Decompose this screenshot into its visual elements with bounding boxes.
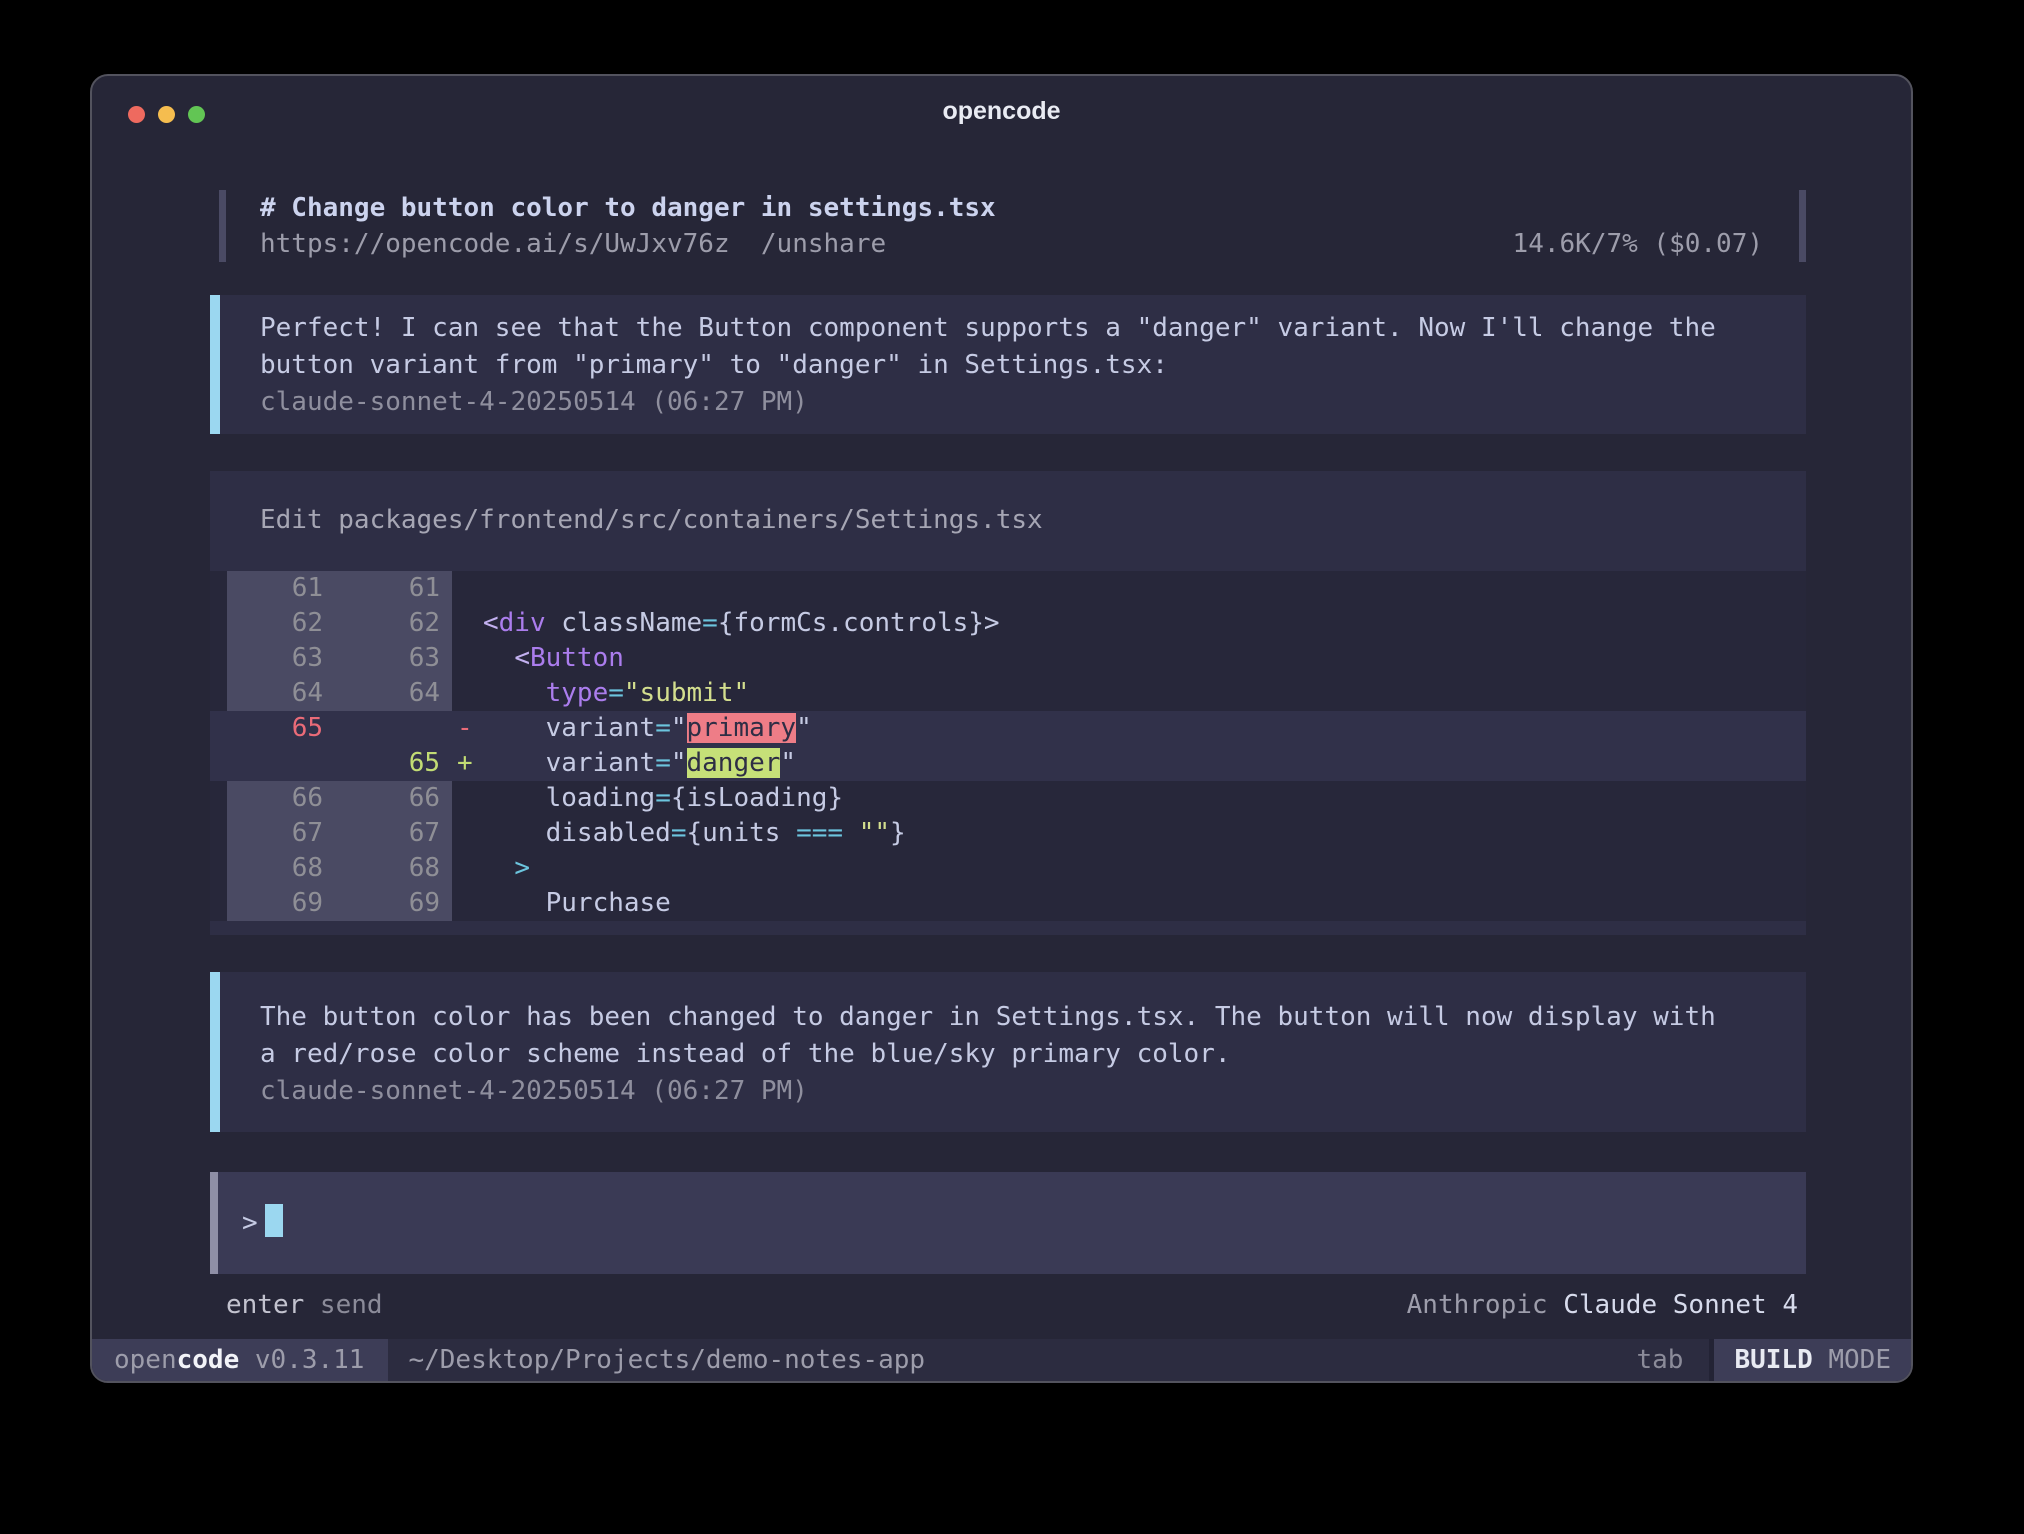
diff-marker	[452, 851, 483, 886]
input-hints-row: enter send Anthropic Claude Sonnet 4	[210, 1288, 1806, 1322]
code-line: disabled={units === ""}	[483, 816, 1806, 851]
share-url[interactable]: https://opencode.ai/s/UwJxv76z	[260, 229, 730, 259]
app-window: opencode # Change button color to danger…	[90, 74, 1913, 1383]
text-cursor	[265, 1204, 283, 1237]
diff-marker	[452, 886, 483, 921]
old-line-number: 61	[227, 571, 323, 606]
new-line-number: 63	[323, 641, 452, 676]
old-line-number: 62	[227, 606, 323, 641]
diff-marker	[452, 781, 483, 816]
mode-name: BUILD	[1734, 1345, 1812, 1375]
message-text-line: Perfect! I can see that the Button compo…	[260, 310, 1776, 347]
code-line: type="submit"	[483, 676, 1806, 711]
edit-action-label: Edit	[260, 505, 323, 535]
old-line-number: 66	[227, 781, 323, 816]
assistant-message: Perfect! I can see that the Button compo…	[210, 295, 1806, 434]
app-version-badge: opencode v0.3.11	[92, 1339, 388, 1381]
code-line: <div className={formCs.controls}>	[483, 606, 1806, 641]
new-line-number: 65	[323, 746, 452, 781]
prompt-input[interactable]: >	[210, 1172, 1806, 1274]
diff-row: 6363 <Button	[210, 641, 1806, 676]
working-directory: ~/Desktop/Projects/demo-notes-app	[408, 1345, 925, 1375]
new-line-number: 61	[323, 571, 452, 606]
code-line: <Button	[483, 641, 1806, 676]
code-line: loading={isLoading}	[483, 781, 1806, 816]
code-line: variant="primary"	[483, 711, 1806, 746]
header-left-rule	[219, 190, 226, 262]
diff-row: 6969 Purchase	[210, 886, 1806, 921]
session-content: # Change button color to danger in setti…	[210, 76, 1806, 1322]
new-line-number: 69	[323, 886, 452, 921]
code-line: >	[483, 851, 1806, 886]
diff-marker	[452, 676, 483, 711]
diff-row: 6666 loading={isLoading}	[210, 781, 1806, 816]
message-text-line: button variant from "primary" to "danger…	[260, 347, 1776, 384]
diff-row: 65+ variant="danger"	[210, 746, 1806, 781]
session-share-row: https://opencode.ai/s/UwJxv76z/unshare	[260, 226, 996, 262]
assistant-message: The button color has been changed to dan…	[210, 972, 1806, 1132]
old-line-number: 65	[227, 711, 323, 746]
code-line	[483, 571, 1806, 606]
session-header: # Change button color to danger in setti…	[210, 190, 1806, 262]
diff-view: 61616262 <div className={formCs.controls}…	[210, 571, 1806, 921]
code-line: variant="danger"	[483, 746, 1806, 781]
mode-suffix: MODE	[1828, 1345, 1891, 1375]
prompt-symbol: >	[242, 1208, 258, 1238]
diff-row: 6161	[210, 571, 1806, 606]
diff-marker	[452, 816, 483, 851]
diff-row: 6464 type="submit"	[210, 676, 1806, 711]
provider-label: Anthropic	[1407, 1290, 1548, 1320]
send-action-label: send	[320, 1290, 383, 1320]
old-line-number: 68	[227, 851, 323, 886]
status-bar: opencode v0.3.11 ~/Desktop/Projects/demo-…	[92, 1339, 1911, 1381]
new-line-number: 67	[323, 816, 452, 851]
old-line-number: 67	[227, 816, 323, 851]
model-label: Claude Sonnet 4	[1563, 1290, 1798, 1320]
app-name-bold: code	[177, 1345, 240, 1375]
new-line-number: 68	[323, 851, 452, 886]
message-text-line: The button color has been changed to dan…	[260, 999, 1776, 1036]
edit-file-path: packages/frontend/src/containers/Setting…	[338, 505, 1042, 535]
diff-row: 65 - variant="primary"	[210, 711, 1806, 746]
old-line-number: 63	[227, 641, 323, 676]
old-line-number	[227, 746, 323, 781]
new-line-number: 64	[323, 676, 452, 711]
diff-row: 6868 >	[210, 851, 1806, 886]
app-name-light: open	[114, 1345, 177, 1375]
diff-marker	[452, 571, 483, 606]
message-model-timestamp: claude-sonnet-4-20250514 (06:27 PM)	[260, 1073, 1776, 1110]
old-line-number: 69	[227, 886, 323, 921]
edit-tool-card: Edit packages/frontend/src/containers/Set…	[210, 471, 1806, 935]
enter-key-hint: enter	[226, 1290, 304, 1320]
diff-marker	[452, 606, 483, 641]
old-line-number: 64	[227, 676, 323, 711]
new-line-number: 62	[323, 606, 452, 641]
code-line: Purchase	[483, 886, 1806, 921]
diff-marker: +	[452, 746, 483, 781]
new-line-number	[323, 711, 452, 746]
session-title: # Change button color to danger in setti…	[260, 190, 996, 226]
context-usage-stats: 14.6K/7% ($0.07)	[1513, 226, 1799, 262]
diff-marker: -	[452, 711, 483, 746]
edit-tool-header: Edit packages/frontend/src/containers/Set…	[210, 471, 1806, 571]
diff-marker	[452, 641, 483, 676]
new-line-number: 66	[323, 781, 452, 816]
tab-key-hint: tab	[1636, 1345, 1683, 1375]
mode-badge[interactable]: BUILD MODE	[1709, 1339, 1911, 1381]
diff-row: 6262 <div className={formCs.controls}>	[210, 606, 1806, 641]
message-model-timestamp: claude-sonnet-4-20250514 (06:27 PM)	[260, 384, 1776, 421]
message-text-line: a red/rose color scheme instead of the b…	[260, 1036, 1776, 1073]
header-right-rule	[1799, 190, 1806, 262]
diff-row: 6767 disabled={units === ""}	[210, 816, 1806, 851]
unshare-command: /unshare	[761, 229, 886, 259]
app-version: v0.3.11	[255, 1345, 365, 1375]
